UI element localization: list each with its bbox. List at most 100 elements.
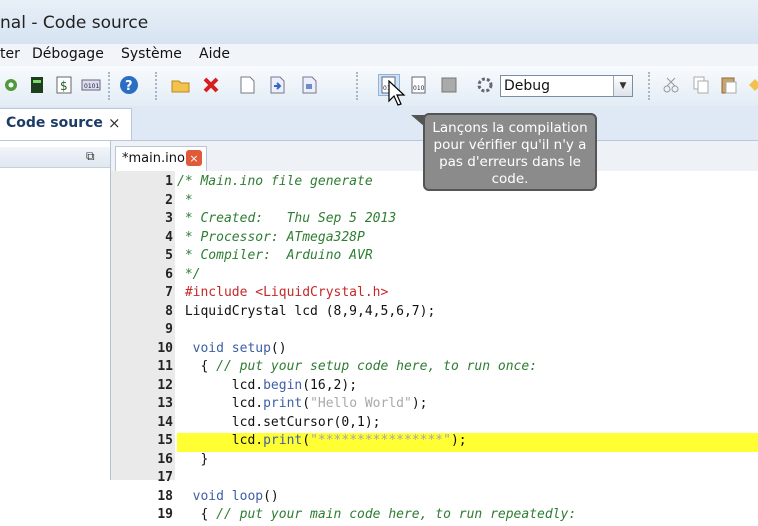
- window-title: nal - Code source: [0, 13, 149, 33]
- menu-item-systeme[interactable]: Système: [121, 46, 182, 62]
- line-number: 7: [165, 285, 173, 300]
- code-token: *: [177, 192, 193, 208]
- file-tab-main-ino[interactable]: *main.ino ×: [115, 146, 207, 171]
- code-token: (: [302, 396, 311, 411]
- scissors-icon[interactable]: [660, 74, 682, 96]
- line-number: 19: [157, 507, 173, 522]
- line-number: 6: [165, 266, 173, 282]
- code-line[interactable]: 19 { // put your main code here, to run …: [111, 507, 758, 526]
- help-icon[interactable]: ?: [118, 74, 140, 96]
- svg-text:0101: 0101: [84, 83, 99, 90]
- code-token: /* Main.ino file generate: [177, 174, 373, 189]
- code-line[interactable]: 12 lcd.begin(16,2);: [111, 378, 758, 397]
- code-line[interactable]: 16 }: [111, 452, 758, 471]
- line-number: 3: [165, 211, 173, 226]
- code-token: * Processor: ATmega328P: [177, 229, 365, 245]
- svg-text:$: $: [60, 79, 68, 93]
- line-number: 5: [165, 248, 173, 263]
- code-token: * Created: Thu Sep 5 2013: [177, 211, 397, 226]
- left-panel-header: ⧉: [0, 147, 110, 168]
- mouse-cursor-icon: [388, 80, 406, 106]
- upload-icon[interactable]: 010: [408, 74, 430, 96]
- settings-icon[interactable]: [474, 74, 496, 96]
- file-tab-label: *main.ino: [122, 151, 185, 166]
- code-token: void loop: [177, 488, 264, 504]
- code-token: // put your main code here, to run repea…: [216, 507, 577, 522]
- code-token: (: [302, 433, 311, 448]
- chevron-down-icon[interactable]: ▼: [613, 76, 632, 96]
- line-number: 10: [157, 340, 173, 356]
- dollar-icon[interactable]: $: [53, 74, 75, 96]
- new-file-icon[interactable]: [236, 74, 258, 96]
- line-number: 1: [165, 174, 173, 189]
- build-config-select[interactable]: Debug ▼: [500, 75, 633, 97]
- line-number: 14: [157, 414, 173, 430]
- close-icon[interactable]: ×: [108, 114, 121, 132]
- code-token: begin: [263, 377, 303, 393]
- line-number: 11: [157, 359, 173, 374]
- tab-code-source[interactable]: Code source ×: [0, 108, 132, 140]
- code-line[interactable]: 3 * Created: Thu Sep 5 2013: [111, 211, 758, 230]
- code-line[interactable]: 6 */: [111, 267, 758, 286]
- import-icon[interactable]: [266, 74, 288, 96]
- code-line[interactable]: 5 * Compiler: Arduino AVR: [111, 248, 758, 267]
- line-text: * Compiler: Arduino AVR: [177, 248, 758, 267]
- open-folder-icon[interactable]: [170, 74, 192, 96]
- code-line[interactable]: 11 { // put your setup code here, to run…: [111, 359, 758, 378]
- code-token: #include <LiquidCrystal.h>: [177, 285, 389, 300]
- svg-text:?: ?: [125, 79, 133, 94]
- code-line[interactable]: 2 *: [111, 193, 758, 212]
- code-token: {: [177, 359, 217, 374]
- gear-icon[interactable]: [0, 74, 22, 96]
- menu-item-affichage[interactable]: ter: [0, 46, 20, 62]
- line-text: lcd.print("****************");: [177, 433, 758, 452]
- delete-icon[interactable]: [200, 74, 222, 96]
- line-text: [177, 322, 758, 341]
- code-token: */: [177, 266, 201, 282]
- line-text: */: [177, 267, 758, 286]
- menu-item-debogage[interactable]: Débogage: [32, 46, 104, 62]
- code-token: lcd.setCursor(0,1);: [177, 414, 381, 430]
- code-line[interactable]: 13 lcd.print("Hello World");: [111, 396, 758, 415]
- code-line[interactable]: 18 void loop(): [111, 489, 758, 508]
- paste-icon[interactable]: [718, 74, 740, 96]
- code-token: // put your setup code here, to run once…: [216, 359, 538, 374]
- svg-text:010: 010: [413, 85, 425, 92]
- close-icon[interactable]: ×: [186, 150, 202, 166]
- code-line[interactable]: 9: [111, 322, 758, 341]
- code-token: (): [263, 488, 279, 504]
- menu-item-aide[interactable]: Aide: [199, 46, 230, 62]
- code-line[interactable]: 7 #include <LiquidCrystal.h>: [111, 285, 758, 304]
- code-token: LiquidCrystal lcd (8,9,4,5,6,7);: [177, 303, 436, 319]
- bookmark-icon[interactable]: [744, 74, 758, 96]
- chip-gray-icon[interactable]: [438, 74, 460, 96]
- restore-window-icon[interactable]: ⧉: [86, 149, 95, 164]
- code-token: * Compiler: Arduino AVR: [177, 248, 373, 263]
- code-line[interactable]: 4 * Processor: ATmega328P: [111, 230, 758, 249]
- copy-icon[interactable]: [690, 74, 712, 96]
- tab-label: Code source: [6, 115, 103, 131]
- code-line[interactable]: 14 lcd.setCursor(0,1);: [111, 415, 758, 434]
- menu-bar: ter Débogage Système Aide: [0, 44, 758, 67]
- left-panel: ⧉: [0, 141, 111, 480]
- code-token: "Hello World": [310, 396, 412, 411]
- chip-icon[interactable]: [26, 74, 48, 96]
- line-text: }: [177, 452, 758, 471]
- line-text: *: [177, 193, 758, 212]
- line-number: 15: [157, 433, 173, 448]
- line-text: void loop(): [177, 489, 758, 508]
- code-token: );: [450, 433, 467, 448]
- code-token: {: [177, 507, 217, 522]
- code-line[interactable]: 15 lcd.print("****************");: [111, 433, 758, 452]
- line-number: 8: [165, 303, 173, 319]
- line-number: 2: [165, 192, 173, 208]
- line-number: 12: [157, 377, 173, 393]
- tutorial-tooltip: Lançons la compilation pour vérifier qu'…: [411, 113, 597, 191]
- export-icon[interactable]: [298, 74, 320, 96]
- terminal-icon[interactable]: 0101: [80, 74, 102, 96]
- line-text: lcd.print("Hello World");: [177, 396, 758, 415]
- code-line[interactable]: 10 void setup(): [111, 341, 758, 360]
- line-text: * Created: Thu Sep 5 2013: [177, 211, 758, 230]
- code-line[interactable]: 8 LiquidCrystal lcd (8,9,4,5,6,7);: [111, 304, 758, 323]
- line-text: lcd.setCursor(0,1);: [177, 415, 758, 434]
